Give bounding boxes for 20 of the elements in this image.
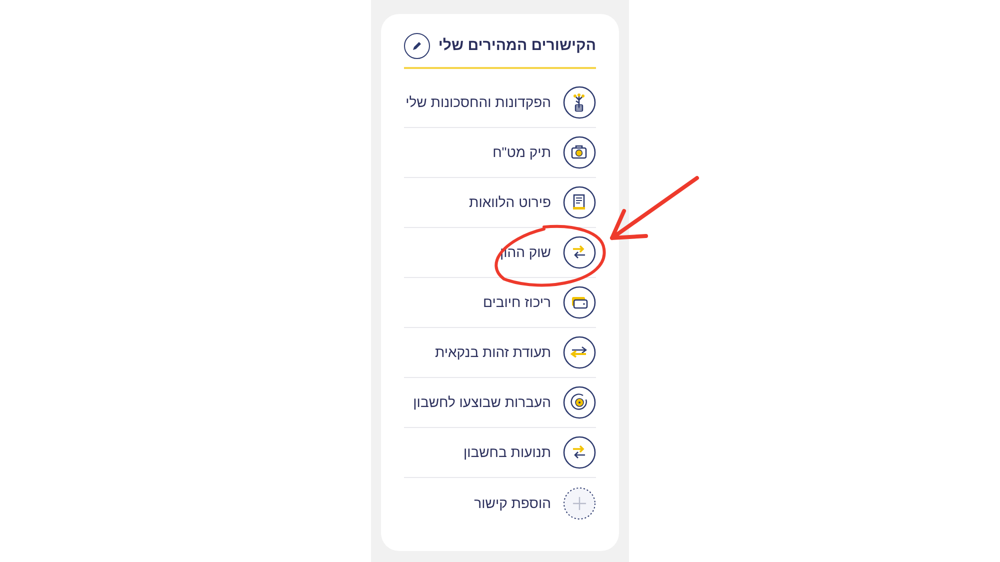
coin-cycle-icon bbox=[570, 394, 587, 410]
swap-arrows-icon bbox=[570, 346, 587, 358]
add-icon bbox=[563, 486, 596, 520]
quick-link[interactable]: ריכוז חיובים bbox=[483, 292, 551, 313]
card-title: הקישורים המהירים שלי bbox=[438, 36, 596, 56]
pencil-icon bbox=[411, 40, 423, 52]
plant-icon bbox=[574, 94, 584, 112]
quick-link[interactable]: תעודת זהות בנקאית bbox=[434, 342, 551, 363]
swap-arrows-icon bbox=[572, 245, 586, 259]
swap-arrows-icon bbox=[572, 445, 586, 459]
briefcase-icon bbox=[571, 145, 587, 159]
scroll-icon bbox=[573, 194, 585, 210]
quick-link[interactable]: תנועות בחשבון bbox=[463, 442, 551, 463]
quick-link[interactable]: תיק מט"ח bbox=[492, 142, 551, 163]
quick-link[interactable]: הפקדונות והחסכונות שלי bbox=[406, 92, 551, 113]
quick-link[interactable]: הוספת קישור bbox=[474, 492, 551, 514]
edit-button[interactable] bbox=[404, 33, 430, 59]
quick-link[interactable]: העברות שבוצעו לחשבון bbox=[413, 392, 551, 413]
wallet-icon bbox=[572, 297, 588, 309]
quick-link[interactable]: פירוט הלוואות bbox=[469, 192, 551, 213]
